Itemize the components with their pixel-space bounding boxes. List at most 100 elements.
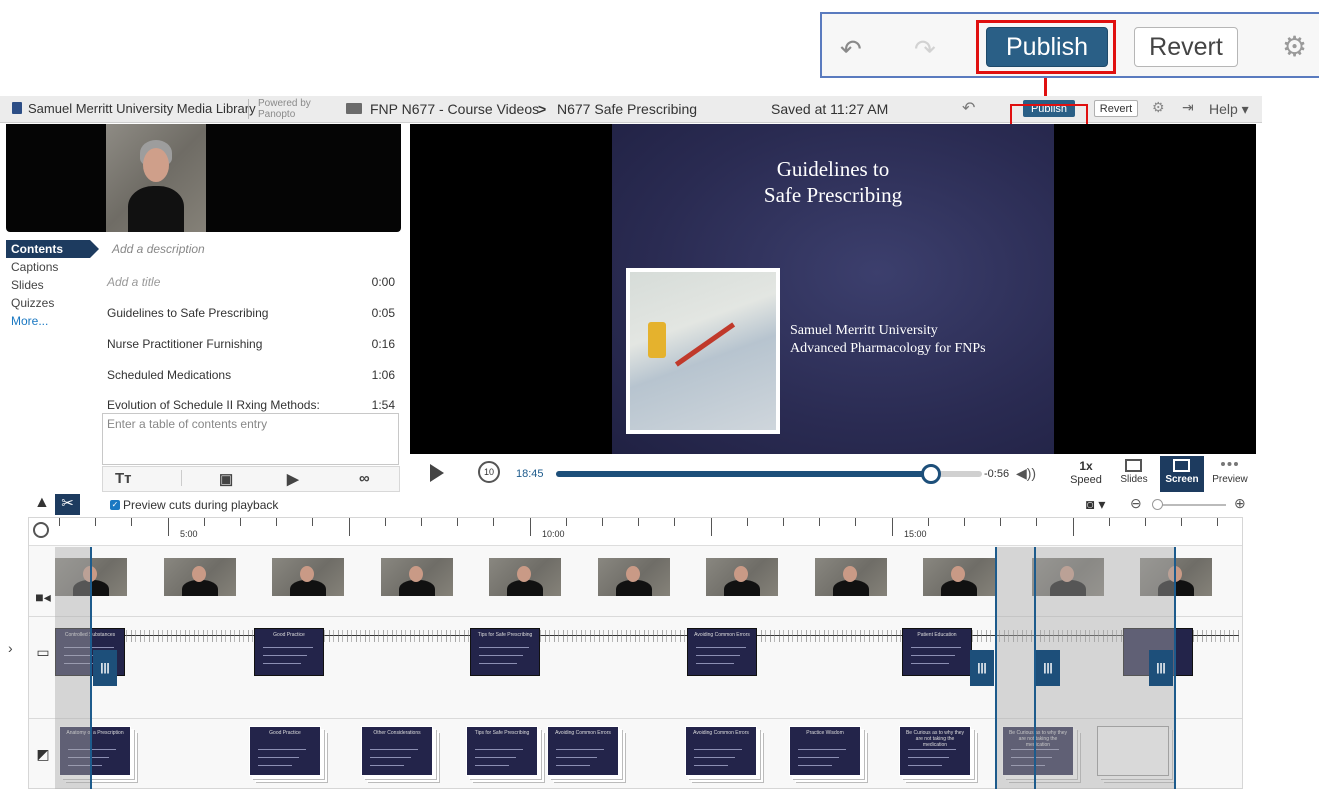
cut-boundary-start[interactable] bbox=[90, 547, 92, 789]
undo-icon[interactable]: ↶ bbox=[962, 98, 975, 118]
text-line bbox=[370, 757, 411, 758]
screen-icon: ▭ bbox=[36, 644, 50, 660]
cut-grip-handle[interactable]: ||| bbox=[1149, 650, 1173, 686]
slide-thumbnail[interactable]: Practice Wisdom bbox=[789, 726, 861, 776]
gear-icon[interactable]: ⚙ bbox=[1282, 30, 1307, 63]
volume-icon[interactable]: ◀)) bbox=[1016, 465, 1036, 482]
text-line bbox=[258, 765, 292, 766]
rewind-10-icon[interactable]: 10 bbox=[478, 461, 500, 483]
entry-time: 0:00 bbox=[371, 274, 395, 289]
video-camera-icon: ■◂ bbox=[35, 589, 51, 605]
cut-grip-handle[interactable]: ||| bbox=[1036, 650, 1060, 686]
help-menu[interactable]: Help ▾ bbox=[1209, 101, 1249, 118]
slide-thumbnail[interactable]: Other Considerations bbox=[361, 726, 433, 776]
preview-cuts-checkbox[interactable]: ✓ bbox=[110, 500, 120, 510]
revert-button-zoomed[interactable]: Revert bbox=[1134, 27, 1238, 67]
presenter-body bbox=[941, 580, 977, 596]
nav-more[interactable]: More... bbox=[6, 312, 96, 330]
text-line bbox=[798, 757, 839, 758]
powered-by: Powered by Panopto bbox=[258, 98, 311, 120]
speed-control[interactable]: 1x Speed bbox=[1070, 460, 1102, 487]
list-item[interactable]: Add a title 0:00 bbox=[102, 266, 400, 297]
cut-boundary-end[interactable] bbox=[1174, 547, 1176, 789]
editor-toolbar: ▲ ✂ ✓ Preview cuts during playback ◙ ▾ ⊖… bbox=[0, 494, 1262, 515]
presenter-face bbox=[842, 566, 857, 582]
slides-icon bbox=[1125, 459, 1142, 472]
presenter-body bbox=[507, 580, 543, 596]
progress-handle[interactable] bbox=[920, 464, 941, 484]
ruler-tick bbox=[746, 518, 748, 526]
screen-thumbnail-title: Good Practice bbox=[273, 632, 305, 638]
presenter-body bbox=[128, 186, 184, 232]
main-video-player[interactable]: Guidelines to Safe Prescribing Samuel Me… bbox=[410, 124, 1256, 454]
webcam-video[interactable] bbox=[6, 124, 401, 232]
settings-gear-icon[interactable]: ⚙ bbox=[1152, 99, 1165, 116]
undo-icon[interactable]: ↶ bbox=[840, 34, 862, 65]
slide-thumbnail[interactable]: Tips for Safe Prescribing bbox=[466, 726, 538, 776]
mode-slides[interactable]: Slides bbox=[1112, 456, 1156, 492]
ruler-tick bbox=[312, 518, 314, 526]
progress-fill bbox=[556, 471, 931, 477]
toc-entry-input[interactable]: Enter a table of contents entry bbox=[102, 413, 399, 465]
list-item[interactable]: Nurse Practitioner Furnishing 0:16 bbox=[102, 328, 400, 359]
slide-title-line: Guidelines to bbox=[776, 157, 890, 181]
nav-quizzes[interactable]: Quizzes bbox=[6, 294, 96, 312]
presenter-body bbox=[615, 580, 652, 596]
list-item[interactable]: Scheduled Medications 1:06 bbox=[102, 359, 400, 390]
tick-label: 10:00 bbox=[542, 529, 565, 539]
preview-cuts-label[interactable]: Preview cuts during playback bbox=[123, 498, 278, 512]
slide-thumbnail[interactable]: Avoiding Common Errors bbox=[547, 726, 619, 776]
redo-icon[interactable]: ↷ bbox=[914, 34, 936, 65]
entry-title: Evolution of Schedule II Rxing Methods: bbox=[107, 398, 320, 412]
slide-subtitle: Samuel Merritt University Advanced Pharm… bbox=[790, 322, 986, 358]
slide-thumbnail-title: Avoiding Common Errors bbox=[555, 730, 611, 736]
play-icon[interactable] bbox=[430, 464, 444, 482]
mode-screen[interactable]: Screen bbox=[1160, 456, 1204, 492]
link-icon[interactable]: ∞ bbox=[359, 470, 370, 487]
list-item[interactable]: Evolution of Schedule II Rxing Methods: … bbox=[102, 390, 400, 414]
breadcrumb-folder[interactable]: FNP N677 - Course Videos bbox=[370, 101, 539, 117]
zoom-out-icon[interactable]: ⊖ bbox=[1130, 495, 1142, 512]
youtube-icon[interactable]: ▶ bbox=[287, 470, 299, 488]
slide-thumbnail[interactable]: Avoiding Common Errors bbox=[685, 726, 757, 776]
zoom-in-icon[interactable]: ⊕ bbox=[1234, 495, 1246, 512]
video-thumbnail bbox=[706, 558, 778, 596]
share-icon[interactable]: ⇥ bbox=[1182, 99, 1194, 116]
zoom-slider-handle[interactable] bbox=[1152, 499, 1163, 510]
publish-button-zoomed[interactable]: Publish bbox=[986, 27, 1108, 67]
text-line bbox=[911, 663, 949, 664]
entry-time: 0:05 bbox=[371, 305, 395, 320]
text-format-icon[interactable]: Tт bbox=[115, 470, 132, 487]
list-item[interactable]: Guidelines to Safe Prescribing 0:05 bbox=[102, 297, 400, 328]
screen-thumbnail: Patient Education bbox=[902, 628, 972, 676]
mode-preview[interactable]: Preview bbox=[1208, 456, 1252, 492]
revert-button[interactable]: Revert bbox=[1094, 100, 1138, 117]
slide-thumbnail[interactable]: Be Curious as to why they are not taking… bbox=[899, 726, 971, 776]
editing-timeline[interactable]: 5:00 10:00 15:00 ■◂ ▭ Controlled Substan… bbox=[28, 517, 1243, 789]
zoom-slider[interactable] bbox=[1154, 504, 1226, 506]
screen-thumbnail-title: Patient Education bbox=[917, 632, 957, 638]
cut-grip-handle[interactable]: ||| bbox=[970, 650, 994, 686]
nav-contents[interactable]: Contents bbox=[6, 240, 99, 258]
cut-boundary[interactable] bbox=[995, 547, 997, 789]
ruler-tick bbox=[891, 518, 893, 536]
expand-panel-icon[interactable]: › bbox=[8, 640, 13, 656]
pointer-tool-icon[interactable]: ▲ bbox=[34, 494, 50, 512]
description-field[interactable]: Add a description bbox=[112, 242, 205, 256]
slide-thumbnail[interactable]: Good Practice bbox=[249, 726, 321, 776]
shield-logo-icon bbox=[12, 102, 22, 114]
cut-grip-handle[interactable]: ||| bbox=[93, 650, 117, 686]
nav-captions[interactable]: Captions bbox=[6, 258, 96, 276]
screen-thumbnail: Avoiding Common Errors bbox=[687, 628, 757, 676]
time-ruler[interactable]: 5:00 10:00 15:00 bbox=[29, 518, 1242, 546]
quiz-icon[interactable]: ▣ bbox=[219, 470, 233, 488]
cut-region-start[interactable] bbox=[55, 547, 91, 789]
nav-slides[interactable]: Slides bbox=[6, 276, 96, 294]
cut-tool-icon[interactable]: ✂ bbox=[55, 494, 80, 515]
entry-title: Add a title bbox=[107, 274, 161, 289]
camera-icon[interactable]: ◙ ▾ bbox=[1086, 496, 1105, 513]
org-title[interactable]: Samuel Merritt University Media Library bbox=[28, 101, 256, 116]
progress-bar[interactable] bbox=[556, 471, 982, 477]
ruler-tick bbox=[59, 518, 60, 526]
slide-photo bbox=[626, 268, 780, 434]
